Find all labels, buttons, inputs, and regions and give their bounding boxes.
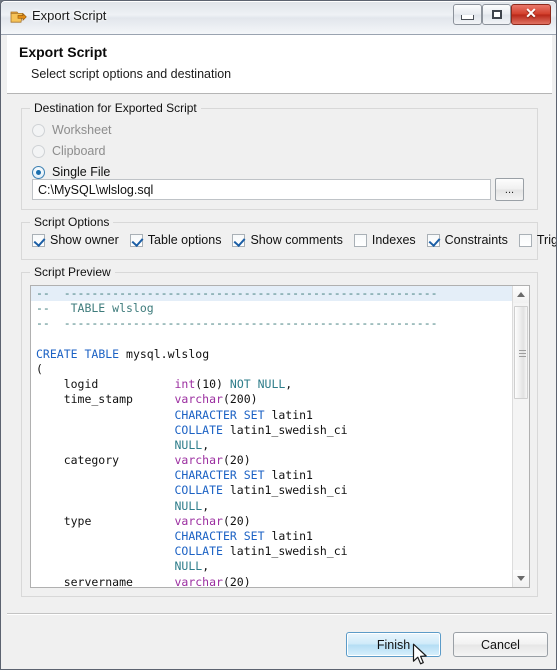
script-preview-group-label: Script Preview: [30, 265, 115, 279]
checkbox-show-owner-label: Show owner: [50, 233, 119, 247]
checkbox-indexes-label: Indexes: [371, 233, 416, 247]
code-line: category varchar(20): [36, 453, 251, 468]
code-line: NULL,: [174, 498, 210, 513]
browse-button[interactable]: ...: [495, 178, 524, 201]
scroll-down-icon[interactable]: [513, 570, 529, 587]
code-line: NULL,: [174, 559, 210, 574]
code-line: CHARACTER SET latin1: [174, 529, 313, 543]
close-button[interactable]: ✕: [511, 4, 551, 25]
title-bar: Export Script ✕: [1, 1, 556, 35]
scroll-up-icon[interactable]: [513, 286, 529, 303]
checkbox-icon: [232, 233, 246, 247]
radio-icon: [32, 144, 45, 158]
radio-single-file-label: Single File: [52, 165, 111, 179]
scrollbar-grip-icon: [519, 349, 526, 357]
code-line: type varchar(20): [36, 513, 251, 528]
radio-selected-icon: [32, 165, 45, 179]
script-preview-text[interactable]: -- -------------------------------------…: [31, 286, 512, 587]
checkbox-show-comments-label: Show comments: [250, 233, 343, 247]
checkbox-icon: [32, 233, 45, 247]
file-path-input[interactable]: C:\MySQL\wlslog.sql: [32, 179, 491, 200]
code-line: servername varchar(20): [36, 574, 251, 587]
script-options-group-label: Script Options: [30, 215, 114, 229]
destination-group: Destination for Exported Script Workshee…: [21, 101, 538, 210]
restore-icon: [483, 5, 510, 24]
checkbox-table-options-label: Table options: [147, 233, 222, 247]
code-line: CHARACTER SET latin1: [174, 468, 313, 483]
file-path-value: C:\MySQL\wlslog.sql: [38, 183, 154, 197]
checkbox-constraints[interactable]: Constraints: [426, 233, 508, 247]
window-title: Export Script: [32, 8, 107, 23]
restore-button[interactable]: [482, 4, 511, 25]
code-line: -- TABLE wlslog: [36, 301, 154, 316]
script-preview-group: Script Preview -- ----------------------…: [21, 265, 538, 597]
dialog-footer: Finish Cancel: [7, 613, 552, 669]
dialog-header: Export Script Select script options and …: [7, 35, 552, 94]
dialog-body: Destination for Exported Script Workshee…: [7, 95, 556, 613]
minimize-icon: [454, 5, 481, 24]
scrollbar-thumb[interactable]: [514, 306, 528, 399]
checkbox-show-owner[interactable]: Show owner: [32, 233, 119, 247]
script-preview-box[interactable]: -- -------------------------------------…: [30, 285, 530, 588]
checkbox-icon: [426, 233, 440, 247]
radio-clipboard[interactable]: Clipboard: [32, 142, 106, 160]
code-line: NULL,: [174, 437, 210, 452]
preview-vertical-scrollbar[interactable]: [512, 286, 529, 587]
code-line: CHARACTER SET latin1: [174, 407, 313, 422]
checkbox-triggers-label: Triggers: [536, 233, 557, 247]
code-line: COLLATE latin1_swedish_ci: [174, 483, 348, 498]
checkbox-constraints-label: Constraints: [444, 233, 508, 247]
finish-button[interactable]: Finish: [346, 632, 441, 657]
checkbox-triggers[interactable]: Triggers: [518, 233, 557, 247]
script-options-row: Show owner Table options Show comments I…: [32, 231, 557, 249]
page-subtitle: Select script options and destination: [31, 67, 232, 81]
destination-group-label: Destination for Exported Script: [30, 101, 201, 115]
checkbox-icon: [518, 233, 532, 247]
checkbox-indexes[interactable]: Indexes: [353, 233, 416, 247]
checkbox-icon: [353, 233, 367, 247]
cancel-button[interactable]: Cancel: [453, 632, 548, 657]
code-line: (: [36, 361, 43, 376]
code-line: COLLATE latin1_swedish_ci: [174, 544, 348, 559]
checkbox-icon: [129, 233, 143, 247]
close-icon: ✕: [525, 6, 537, 22]
checkbox-show-comments[interactable]: Show comments: [232, 233, 343, 247]
script-options-group: Script Options Show owner Table options …: [21, 215, 556, 260]
code-line: CREATE TABLE mysql.wlslog: [36, 346, 210, 361]
radio-worksheet[interactable]: Worksheet: [32, 121, 112, 139]
radio-clipboard-label: Clipboard: [52, 144, 106, 158]
radio-icon: [32, 123, 45, 137]
radio-worksheet-label: Worksheet: [52, 123, 112, 137]
page-title: Export Script: [19, 44, 107, 60]
code-line: COLLATE latin1_swedish_ci: [174, 422, 348, 437]
checkbox-table-options[interactable]: Table options: [129, 233, 222, 247]
export-script-icon: [10, 9, 27, 25]
code-line: logid int(10) NOT NULL,: [36, 377, 293, 392]
export-script-dialog: Export Script ✕ Export Script Select scr…: [0, 0, 557, 670]
code-line: -- -------------------------------------…: [31, 286, 512, 302]
code-line: -- -------------------------------------…: [36, 316, 438, 331]
minimize-button[interactable]: [453, 4, 482, 25]
code-line: time_stamp varchar(200): [36, 392, 258, 407]
